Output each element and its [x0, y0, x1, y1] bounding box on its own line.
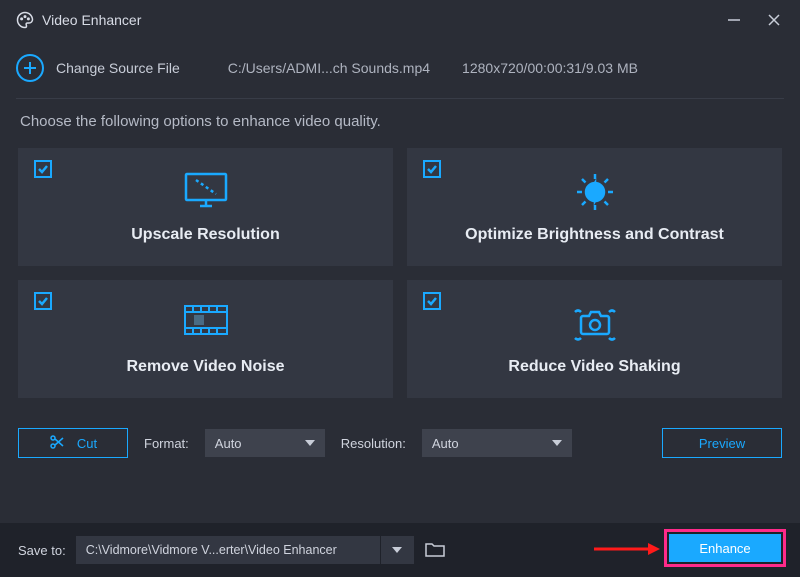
resolution-value: Auto: [432, 436, 459, 451]
app-title: Video Enhancer: [42, 12, 724, 28]
option-label: Remove Video Noise: [18, 358, 393, 376]
resolution-select[interactable]: Auto: [422, 429, 572, 457]
format-value: Auto: [215, 436, 242, 451]
scissors-icon: [49, 434, 65, 453]
add-source-button[interactable]: [16, 54, 44, 82]
palette-icon: [16, 11, 34, 29]
enhance-label: Enhance: [699, 541, 750, 556]
cut-label: Cut: [77, 436, 97, 451]
save-path-text: C:\Vidmore\Vidmore V...erter\Video Enhan…: [76, 543, 380, 557]
instruction-text: Choose the following options to enhance …: [0, 99, 800, 148]
filmstrip-icon: [181, 302, 231, 343]
checkbox[interactable]: [34, 160, 52, 178]
format-select[interactable]: Auto: [205, 429, 325, 457]
option-label: Optimize Brightness and Contrast: [407, 226, 782, 244]
source-path: C:/Users/ADMI...ch Sounds.mp4: [228, 60, 430, 76]
monitor-icon: [182, 170, 230, 215]
sun-icon: [571, 170, 619, 219]
save-to-label: Save to:: [18, 543, 66, 558]
save-path-field[interactable]: C:\Vidmore\Vidmore V...erter\Video Enhan…: [76, 536, 414, 564]
close-button[interactable]: [764, 10, 784, 30]
chevron-down-icon: [392, 547, 402, 553]
option-brightness-contrast[interactable]: Optimize Brightness and Contrast: [407, 148, 782, 266]
option-label: Reduce Video Shaking: [407, 358, 782, 376]
chevron-down-icon: [305, 440, 315, 446]
checkbox[interactable]: [423, 160, 441, 178]
option-upscale-resolution[interactable]: Upscale Resolution: [18, 148, 393, 266]
chevron-down-icon: [552, 440, 562, 446]
checkbox[interactable]: [34, 292, 52, 310]
option-reduce-shaking[interactable]: Reduce Video Shaking: [407, 280, 782, 398]
option-remove-noise[interactable]: Remove Video Noise: [18, 280, 393, 398]
format-label: Format:: [144, 436, 189, 451]
cut-button[interactable]: Cut: [18, 428, 128, 458]
minimize-button[interactable]: [724, 10, 744, 30]
enhance-button[interactable]: Enhance: [669, 534, 781, 562]
camera-shake-icon: [567, 302, 623, 351]
resolution-label: Resolution:: [341, 436, 406, 451]
checkbox[interactable]: [423, 292, 441, 310]
preview-button[interactable]: Preview: [662, 428, 782, 458]
change-source-link[interactable]: Change Source File: [56, 60, 180, 76]
source-info: 1280x720/00:00:31/9.03 MB: [462, 60, 638, 76]
preview-label: Preview: [699, 436, 745, 451]
browse-folder-button[interactable]: [424, 540, 448, 560]
annotation-highlight: Enhance: [664, 529, 786, 567]
save-path-dropdown[interactable]: [380, 536, 414, 564]
option-label: Upscale Resolution: [18, 226, 393, 244]
